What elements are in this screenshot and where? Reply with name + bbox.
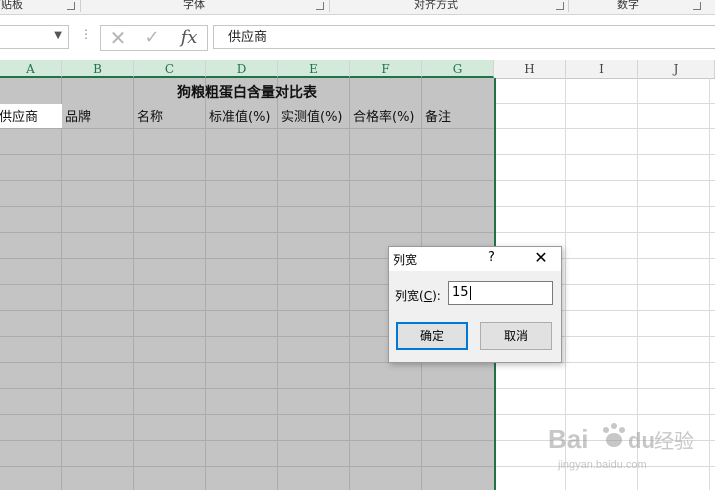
table-title[interactable]: 狗粮粗蛋白含量对比表 xyxy=(0,82,494,102)
grip-dots-icon[interactable]: ⋮ xyxy=(80,27,92,41)
label-suffix: ): xyxy=(432,289,441,303)
ok-button[interactable]: 确定 xyxy=(396,322,468,350)
formula-bar: ▼ ⋮ ✕ ✓ fx 供应商 xyxy=(0,15,715,60)
gridline xyxy=(0,440,494,441)
header-cell-supplier[interactable]: 供应商 xyxy=(0,107,38,129)
cancel-button[interactable]: 取消 xyxy=(480,322,552,350)
ribbon-group-clipboard: 剪贴板 xyxy=(0,0,23,11)
ribbon-separator xyxy=(568,0,569,12)
header-cell-standard[interactable]: 标准值(%) xyxy=(206,107,271,129)
header-cell-brand[interactable]: 品牌 xyxy=(62,107,91,129)
ribbon-group-number: 数字 xyxy=(617,0,639,11)
column-width-value: 15 xyxy=(452,285,469,300)
column-header-i[interactable]: I xyxy=(566,60,638,78)
number-launcher-icon[interactable] xyxy=(693,2,701,10)
header-cell-pass-rate[interactable]: 合格率(%) xyxy=(350,107,415,129)
column-header-e[interactable]: E xyxy=(278,60,350,78)
gridline xyxy=(0,206,494,207)
ribbon-group-font: 字体 xyxy=(183,0,205,11)
help-icon[interactable]: ? xyxy=(488,250,495,265)
label-hotkey: C xyxy=(423,289,433,303)
worksheet-grid[interactable]: 狗粮粗蛋白含量对比表 供应商 品牌 名称 标准值(%) 实测值(%) 合格率(%… xyxy=(0,78,715,490)
gridline xyxy=(0,466,494,467)
chevron-down-icon[interactable]: ▼ xyxy=(54,30,62,41)
insert-function-button[interactable]: fx xyxy=(175,26,203,50)
name-box[interactable]: ▼ xyxy=(0,25,69,49)
font-launcher-icon[interactable] xyxy=(316,2,324,10)
header-cell-name[interactable]: 名称 xyxy=(134,107,163,129)
clipboard-launcher-icon[interactable] xyxy=(67,2,75,10)
dialog-title: 列宽 xyxy=(393,253,418,267)
gridline xyxy=(0,414,494,415)
label-prefix: 列宽( xyxy=(395,289,424,303)
text-caret xyxy=(469,285,471,300)
column-header-a[interactable]: A xyxy=(0,60,62,78)
gridline xyxy=(0,180,494,181)
alignment-launcher-icon[interactable] xyxy=(556,2,564,10)
column-headers: A B C D E F G H I J xyxy=(0,60,715,79)
ribbon-separator xyxy=(329,0,330,12)
column-header-b[interactable]: B xyxy=(62,60,134,78)
column-header-f[interactable]: F xyxy=(350,60,422,78)
formula-buttons: ✕ ✓ fx xyxy=(100,25,208,51)
gridline xyxy=(0,232,494,233)
column-width-label: 列宽(C): xyxy=(395,287,441,304)
ribbon-group-labels: 剪贴板 字体 对齐方式 数字 xyxy=(0,0,715,15)
header-cell-notes[interactable]: 备注 xyxy=(422,107,451,129)
close-icon[interactable]: ✕ xyxy=(531,248,551,267)
gridline xyxy=(0,388,494,389)
column-width-dialog: 列宽 ? ✕ 列宽(C): 15 确定 取消 xyxy=(388,246,562,363)
cancel-entry-icon[interactable]: ✕ xyxy=(107,26,129,50)
ribbon-group-alignment: 对齐方式 xyxy=(414,0,458,11)
confirm-entry-icon[interactable]: ✓ xyxy=(141,26,163,50)
column-width-input[interactable]: 15 xyxy=(448,281,553,305)
ribbon-separator xyxy=(80,0,81,12)
column-header-d[interactable]: D xyxy=(206,60,278,78)
column-header-g[interactable]: G xyxy=(422,60,494,78)
formula-input[interactable]: 供应商 xyxy=(213,25,715,49)
column-header-c[interactable]: C xyxy=(134,60,206,78)
dialog-titlebar[interactable]: 列宽 ? ✕ xyxy=(389,247,561,271)
column-header-h[interactable]: H xyxy=(494,60,566,78)
column-header-j[interactable]: J xyxy=(638,60,715,78)
gridline xyxy=(0,154,494,155)
header-cell-measured[interactable]: 实测值(%) xyxy=(278,107,343,129)
